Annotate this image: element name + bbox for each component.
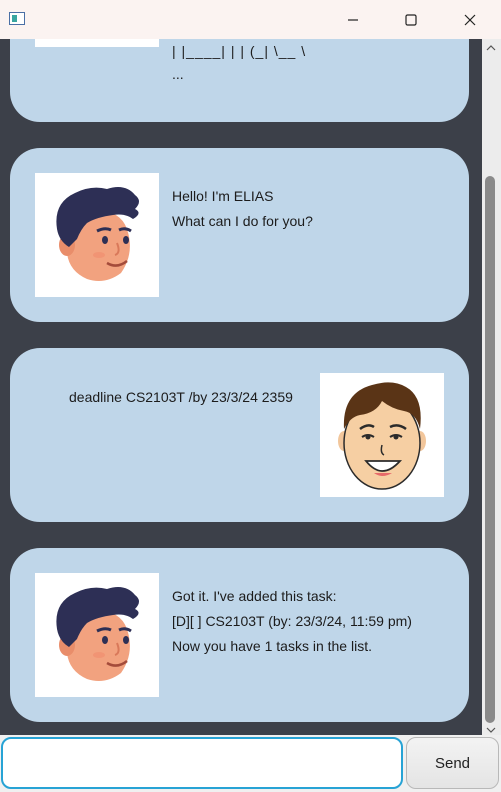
maximize-button[interactable] (382, 0, 440, 39)
bot-avatar (35, 39, 159, 47)
user-face-icon (338, 382, 426, 490)
bot-avatar (35, 173, 159, 297)
message-line: Now you have 1 tasks in the list. (172, 638, 372, 654)
message-input[interactable] (1, 737, 403, 789)
bot-message-bubble: Hello! I'm ELIAS What can I do for you? (10, 148, 469, 322)
bot-message-bubble: Got it. I've added this task: [D][ ] CS2… (10, 548, 469, 722)
title-bar[interactable] (0, 0, 501, 39)
scroll-up-icon[interactable] (486, 43, 496, 53)
maximize-icon (405, 13, 417, 26)
message-line: What can I do for you? (172, 213, 313, 229)
app-icon (9, 12, 25, 25)
user-avatar (320, 373, 444, 497)
scroll-down-icon[interactable] (486, 725, 496, 735)
scroll-thumb[interactable] (485, 176, 495, 723)
chat-scroll-pane[interactable]: | |____| | | (_| \__ \ ... Hello! I'm EL… (0, 39, 482, 735)
message-line: [D][ ] CS2103T (by: 23/3/24, 11:59 pm) (172, 613, 412, 629)
message-line: Hello! I'm ELIAS (172, 188, 274, 204)
send-button[interactable]: Send (406, 737, 499, 789)
vertical-scrollbar[interactable] (482, 39, 501, 735)
bot-face-icon (56, 187, 139, 281)
bot-face-icon (56, 587, 139, 681)
minimize-button[interactable] (324, 0, 382, 39)
app-window: | |____| | | (_| \__ \ ... Hello! I'm EL… (0, 0, 501, 792)
input-bar: Send (0, 735, 501, 792)
close-icon (464, 14, 476, 25)
bot-avatar (35, 573, 159, 697)
close-button[interactable] (441, 0, 499, 39)
bot-message-bubble: | |____| | | (_| \__ \ ... (10, 39, 469, 122)
message-line: Got it. I've added this task: (172, 588, 337, 604)
message-line: ... (172, 66, 184, 82)
message-line: deadline CS2103T /by 23/3/24 2359 (69, 389, 293, 405)
minimize-icon (348, 18, 358, 21)
user-message-bubble: deadline CS2103T /by 23/3/24 2359 (10, 348, 469, 522)
message-line: | |____| | | (_| \__ \ (172, 43, 307, 59)
